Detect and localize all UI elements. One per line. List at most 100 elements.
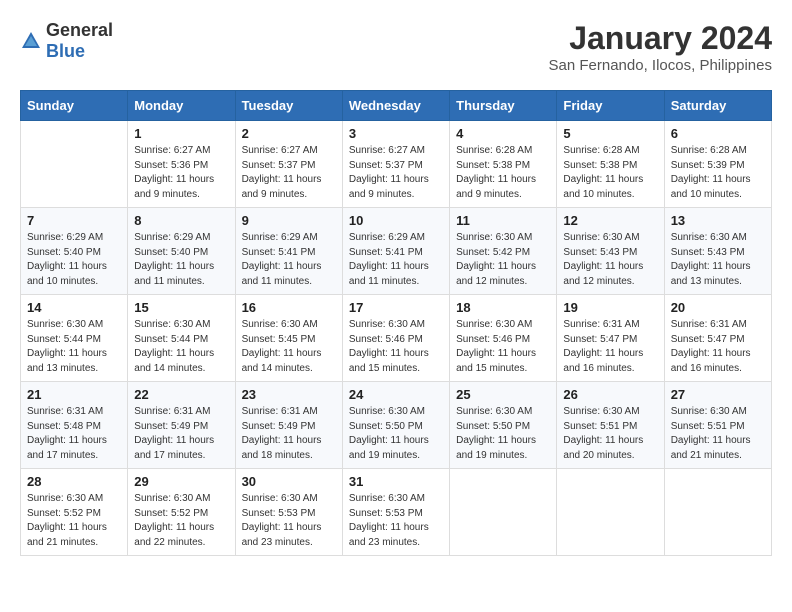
- day-detail: Sunrise: 6:31 AM Sunset: 5:48 PM Dayligh…: [27, 405, 121, 463]
- calendar-cell: [21, 121, 128, 208]
- weekday-header: Monday: [128, 91, 235, 121]
- day-number: 13: [671, 213, 765, 228]
- day-detail: Sunrise: 6:30 AM Sunset: 5:53 PM Dayligh…: [349, 492, 443, 550]
- calendar-cell: 8 Sunrise: 6:29 AM Sunset: 5:40 PM Daylig…: [128, 208, 235, 295]
- day-detail: Sunrise: 6:28 AM Sunset: 5:38 PM Dayligh…: [563, 144, 657, 202]
- day-detail: Sunrise: 6:31 AM Sunset: 5:47 PM Dayligh…: [671, 318, 765, 376]
- day-number: 9: [242, 213, 336, 228]
- calendar-cell: 22 Sunrise: 6:31 AM Sunset: 5:49 PM Dayli…: [128, 382, 235, 469]
- calendar-cell: 2Sunrise: 6:27 AM Sunset: 5:37 PM Daylig…: [235, 121, 342, 208]
- day-detail: Sunrise: 6:27 AM Sunset: 5:36 PM Dayligh…: [134, 144, 228, 202]
- day-detail: Sunrise: 6:30 AM Sunset: 5:46 PM Dayligh…: [349, 318, 443, 376]
- day-detail: Sunrise: 6:31 AM Sunset: 5:47 PM Dayligh…: [563, 318, 657, 376]
- day-number: 4: [456, 126, 550, 141]
- calendar-cell: 16 Sunrise: 6:30 AM Sunset: 5:45 PM Dayli…: [235, 295, 342, 382]
- day-detail: Sunrise: 6:31 AM Sunset: 5:49 PM Dayligh…: [134, 405, 228, 463]
- day-detail: Sunrise: 6:27 AM Sunset: 5:37 PM Dayligh…: [349, 144, 443, 202]
- day-detail: Sunrise: 6:30 AM Sunset: 5:51 PM Dayligh…: [671, 405, 765, 463]
- calendar-cell: 31 Sunrise: 6:30 AM Sunset: 5:53 PM Dayli…: [342, 469, 449, 556]
- day-number: 23: [242, 387, 336, 402]
- day-detail: Sunrise: 6:30 AM Sunset: 5:45 PM Dayligh…: [242, 318, 336, 376]
- day-detail: Sunrise: 6:30 AM Sunset: 5:50 PM Dayligh…: [349, 405, 443, 463]
- calendar-cell: 13 Sunrise: 6:30 AM Sunset: 5:43 PM Dayli…: [664, 208, 771, 295]
- logo: General Blue: [20, 20, 113, 62]
- calendar-table: SundayMondayTuesdayWednesdayThursdayFrid…: [20, 90, 772, 556]
- calendar-cell: 9 Sunrise: 6:29 AM Sunset: 5:41 PM Daylig…: [235, 208, 342, 295]
- weekday-header: Tuesday: [235, 91, 342, 121]
- title-block: January 2024 San Fernando, Ilocos, Phili…: [549, 20, 772, 74]
- calendar-cell: 26 Sunrise: 6:30 AM Sunset: 5:51 PM Dayli…: [557, 382, 664, 469]
- day-detail: Sunrise: 6:28 AM Sunset: 5:39 PM Dayligh…: [671, 144, 765, 202]
- calendar-week-row: 21 Sunrise: 6:31 AM Sunset: 5:48 PM Dayli…: [21, 382, 772, 469]
- day-detail: Sunrise: 6:30 AM Sunset: 5:51 PM Dayligh…: [563, 405, 657, 463]
- calendar-cell: 21 Sunrise: 6:31 AM Sunset: 5:48 PM Dayli…: [21, 382, 128, 469]
- day-number: 5: [563, 126, 657, 141]
- calendar-cell: 6Sunrise: 6:28 AM Sunset: 5:39 PM Daylig…: [664, 121, 771, 208]
- day-number: 18: [456, 300, 550, 315]
- day-number: 3: [349, 126, 443, 141]
- calendar-cell: 14 Sunrise: 6:30 AM Sunset: 5:44 PM Dayli…: [21, 295, 128, 382]
- day-detail: Sunrise: 6:30 AM Sunset: 5:44 PM Dayligh…: [27, 318, 121, 376]
- day-number: 28: [27, 474, 121, 489]
- month-title: January 2024: [549, 20, 772, 57]
- day-number: 1: [134, 126, 228, 141]
- day-number: 26: [563, 387, 657, 402]
- calendar-cell: 4 Sunrise: 6:28 AM Sunset: 5:38 PM Daylig…: [450, 121, 557, 208]
- calendar-cell: 28 Sunrise: 6:30 AM Sunset: 5:52 PM Dayli…: [21, 469, 128, 556]
- day-number: 14: [27, 300, 121, 315]
- day-detail: Sunrise: 6:28 AM Sunset: 5:38 PM Dayligh…: [456, 144, 550, 202]
- calendar-cell: 23 Sunrise: 6:31 AM Sunset: 5:49 PM Dayli…: [235, 382, 342, 469]
- calendar-cell: 20 Sunrise: 6:31 AM Sunset: 5:47 PM Dayli…: [664, 295, 771, 382]
- calendar-cell: 15 Sunrise: 6:30 AM Sunset: 5:44 PM Dayli…: [128, 295, 235, 382]
- day-number: 30: [242, 474, 336, 489]
- day-number: 22: [134, 387, 228, 402]
- day-detail: Sunrise: 6:30 AM Sunset: 5:53 PM Dayligh…: [242, 492, 336, 550]
- weekday-header: Wednesday: [342, 91, 449, 121]
- day-number: 15: [134, 300, 228, 315]
- day-detail: Sunrise: 6:30 AM Sunset: 5:46 PM Dayligh…: [456, 318, 550, 376]
- day-number: 12: [563, 213, 657, 228]
- calendar-cell: 12Sunrise: 6:30 AM Sunset: 5:43 PM Dayli…: [557, 208, 664, 295]
- calendar-cell: 29 Sunrise: 6:30 AM Sunset: 5:52 PM Dayli…: [128, 469, 235, 556]
- day-number: 19: [563, 300, 657, 315]
- day-detail: Sunrise: 6:29 AM Sunset: 5:41 PM Dayligh…: [242, 231, 336, 289]
- day-number: 10: [349, 213, 443, 228]
- calendar-header-row: SundayMondayTuesdayWednesdayThursdayFrid…: [21, 91, 772, 121]
- day-number: 17: [349, 300, 443, 315]
- calendar-cell: 7Sunrise: 6:29 AM Sunset: 5:40 PM Daylig…: [21, 208, 128, 295]
- logo-icon: [20, 30, 42, 52]
- day-number: 20: [671, 300, 765, 315]
- day-detail: Sunrise: 6:29 AM Sunset: 5:40 PM Dayligh…: [134, 231, 228, 289]
- calendar-cell: 27 Sunrise: 6:30 AM Sunset: 5:51 PM Dayli…: [664, 382, 771, 469]
- day-detail: Sunrise: 6:30 AM Sunset: 5:52 PM Dayligh…: [27, 492, 121, 550]
- day-number: 8: [134, 213, 228, 228]
- day-detail: Sunrise: 6:30 AM Sunset: 5:43 PM Dayligh…: [671, 231, 765, 289]
- day-detail: Sunrise: 6:29 AM Sunset: 5:40 PM Dayligh…: [27, 231, 121, 289]
- day-detail: Sunrise: 6:30 AM Sunset: 5:52 PM Dayligh…: [134, 492, 228, 550]
- calendar-cell: [557, 469, 664, 556]
- day-number: 31: [349, 474, 443, 489]
- day-number: 16: [242, 300, 336, 315]
- logo-text: General Blue: [46, 20, 113, 62]
- calendar-cell: 19 Sunrise: 6:31 AM Sunset: 5:47 PM Dayli…: [557, 295, 664, 382]
- calendar-week-row: 28 Sunrise: 6:30 AM Sunset: 5:52 PM Dayli…: [21, 469, 772, 556]
- day-number: 25: [456, 387, 550, 402]
- calendar-cell: 25 Sunrise: 6:30 AM Sunset: 5:50 PM Dayli…: [450, 382, 557, 469]
- day-number: 21: [27, 387, 121, 402]
- day-number: 29: [134, 474, 228, 489]
- day-number: 27: [671, 387, 765, 402]
- day-detail: Sunrise: 6:31 AM Sunset: 5:49 PM Dayligh…: [242, 405, 336, 463]
- calendar-week-row: 7Sunrise: 6:29 AM Sunset: 5:40 PM Daylig…: [21, 208, 772, 295]
- day-detail: Sunrise: 6:30 AM Sunset: 5:50 PM Dayligh…: [456, 405, 550, 463]
- day-detail: Sunrise: 6:30 AM Sunset: 5:44 PM Dayligh…: [134, 318, 228, 376]
- calendar-cell: 24 Sunrise: 6:30 AM Sunset: 5:50 PM Dayli…: [342, 382, 449, 469]
- logo-blue: Blue: [46, 41, 85, 61]
- calendar-cell: 11Sunrise: 6:30 AM Sunset: 5:42 PM Dayli…: [450, 208, 557, 295]
- day-number: 2: [242, 126, 336, 141]
- logo-general: General: [46, 20, 113, 40]
- calendar-week-row: 1 Sunrise: 6:27 AM Sunset: 5:36 PM Daylig…: [21, 121, 772, 208]
- calendar-cell: [664, 469, 771, 556]
- calendar-cell: 17 Sunrise: 6:30 AM Sunset: 5:46 PM Dayli…: [342, 295, 449, 382]
- day-number: 24: [349, 387, 443, 402]
- calendar-cell: 1 Sunrise: 6:27 AM Sunset: 5:36 PM Daylig…: [128, 121, 235, 208]
